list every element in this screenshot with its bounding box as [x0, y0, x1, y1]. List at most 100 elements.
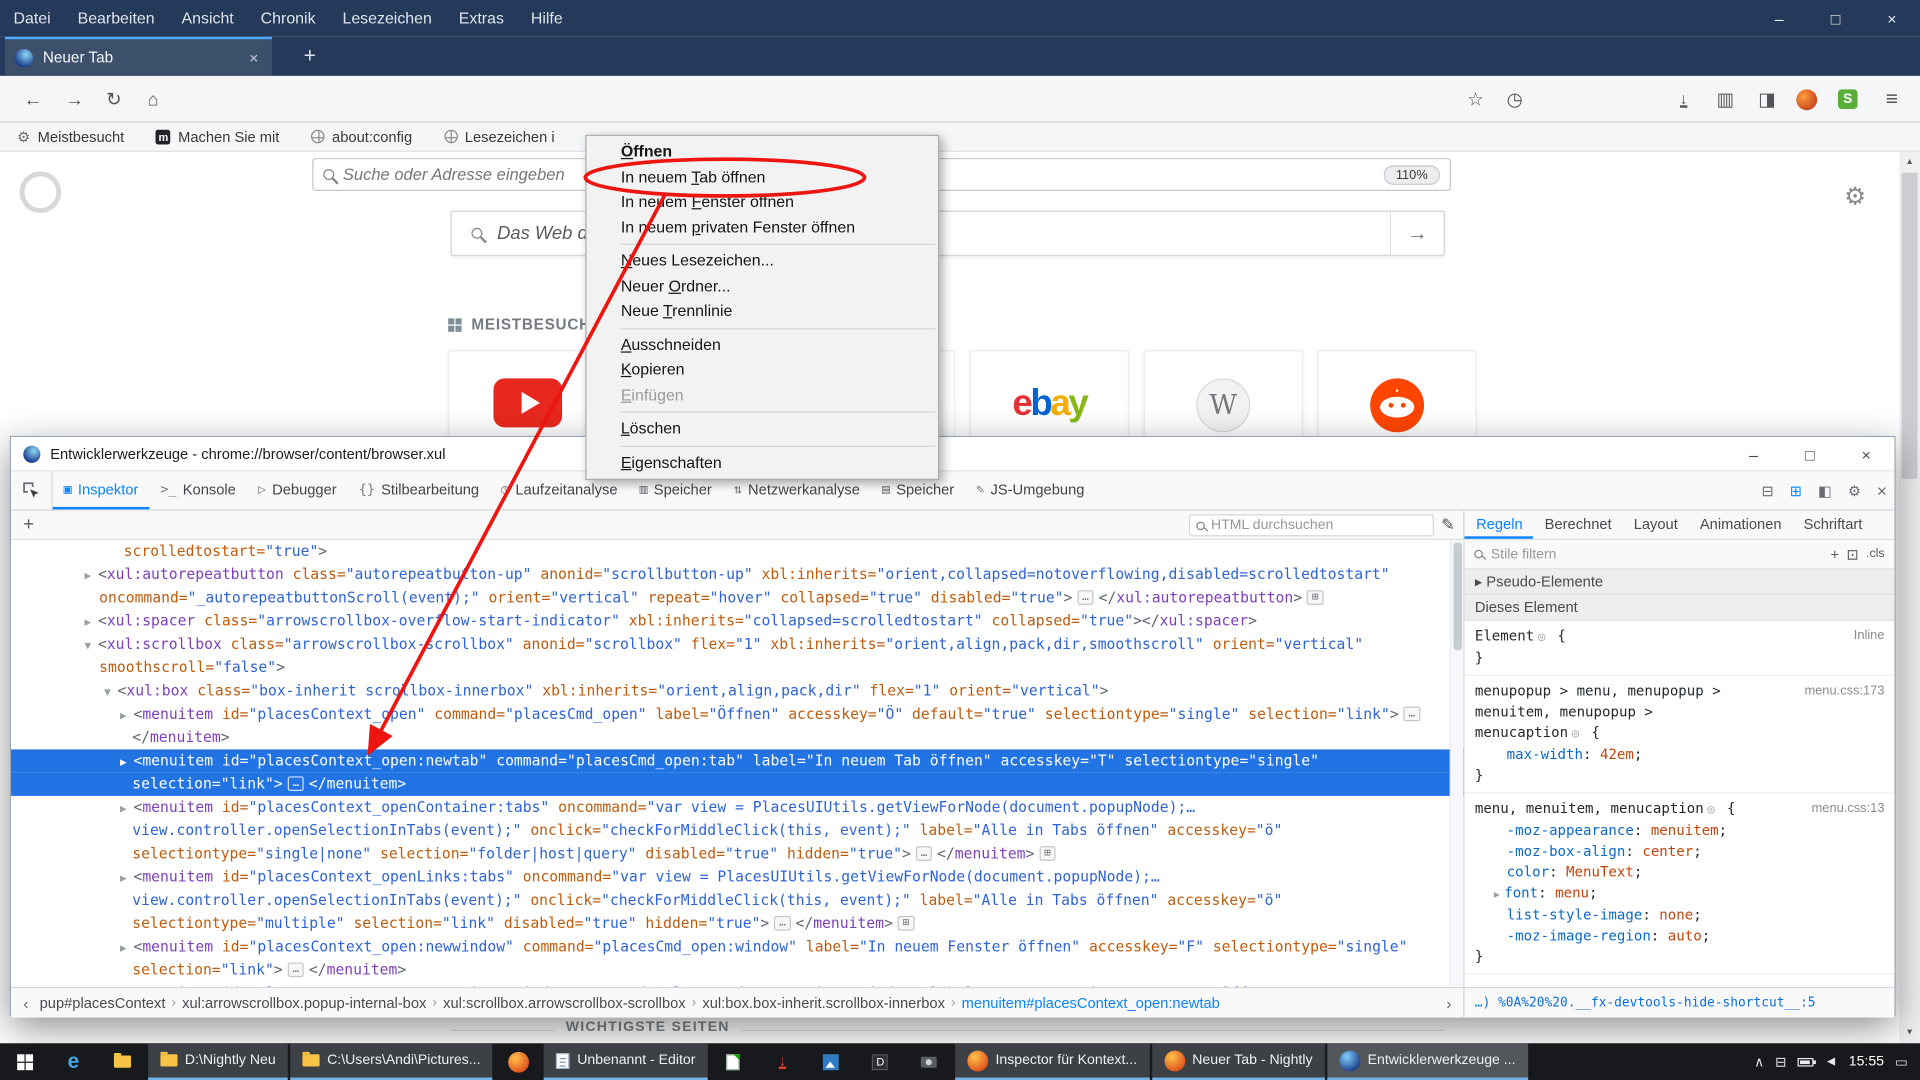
context-menu-item[interactable]: In neuem Tab öffnen [587, 165, 938, 190]
context-menu-item[interactable]: In neuem Fenster öffnen [587, 190, 938, 215]
dock-bottom-icon[interactable]: ⊟ [1762, 482, 1774, 499]
stylesheet-link[interactable]: menu.css:13 [1812, 798, 1885, 819]
notifications-icon[interactable]: ▭ [1895, 1054, 1908, 1070]
bookmark-item[interactable]: about:config [311, 128, 412, 145]
context-menu-item[interactable]: Neuer Ordner... [587, 274, 938, 299]
context-menu-item[interactable]: Eigenschaften [587, 450, 938, 475]
taskbar-photos-button[interactable] [807, 1043, 856, 1080]
menubar-item-hilfe[interactable]: Hilfe [517, 0, 576, 37]
markup-line[interactable]: selectiontype="multiple" selection="link… [11, 912, 1464, 935]
markup-line[interactable]: ▼<xul:box class="box-inherit scrollbox-i… [11, 680, 1464, 703]
highlight-selector-icon[interactable]: ◎ [1572, 727, 1579, 740]
context-menu-item[interactable]: Öffnen [587, 140, 938, 165]
page-scrollbar[interactable]: ▲ ▼ [1899, 152, 1920, 1043]
page-settings-gear-icon[interactable]: ⚙ [1844, 181, 1866, 212]
style-filter-input[interactable] [1491, 547, 1823, 562]
markup-line[interactable]: view.controller.openSelectionInTabs(even… [11, 819, 1464, 842]
grid-view-icon[interactable]: ⊞ [1790, 482, 1802, 499]
menubar-item-chronik[interactable]: Chronik [247, 0, 329, 37]
markup-line[interactable]: ▶<menuitem id="placesContext_open:newtab… [11, 749, 1464, 772]
devtools-close-toolbox-icon[interactable]: × [1877, 481, 1887, 501]
stylesheet-link[interactable]: Inline [1854, 626, 1885, 647]
taskbar-inspector-window-button[interactable]: Inspector für Kontext... [955, 1043, 1149, 1080]
menubar-item-extras[interactable]: Extras [445, 0, 517, 37]
html-search-box[interactable] [1189, 514, 1434, 536]
taskbar-d-app-button[interactable]: D [856, 1043, 905, 1080]
devtools-tab-konsole[interactable]: >_Konsole [149, 471, 247, 509]
stylesheet-link[interactable]: menu.css:173 [1804, 681, 1884, 702]
reload-button[interactable]: ↻ [98, 86, 130, 113]
expand-arrow-icon[interactable]: ▼ [84, 636, 97, 657]
context-menu-item[interactable]: Neues Lesezeichen... [587, 249, 938, 274]
expand-arrow-icon[interactable]: ▶ [120, 705, 133, 726]
markup-line[interactable]: ▶<menuitem id="placesContext_open:newwin… [11, 936, 1464, 959]
taskbar-download-app-button[interactable]: ↓ [758, 1043, 807, 1080]
sidebar-tab-berechnet[interactable]: Berechnet [1534, 511, 1623, 539]
tray-chevron-up-icon[interactable]: ∧ [1754, 1054, 1764, 1070]
breadcrumb-item[interactable]: xul:scrollbox.arrowscrollbox-scrollbox [437, 994, 692, 1011]
screenshot-icon[interactable]: S [1832, 86, 1864, 113]
node-picker-button[interactable] [11, 471, 53, 509]
markup-line[interactable]: ▼<xul:scrollbox class="arrowscrollbox-sc… [11, 633, 1464, 656]
bookmark-star-icon[interactable]: ☆ [1460, 86, 1492, 113]
history-icon[interactable]: ◷ [1499, 86, 1531, 113]
minimize-button[interactable]: – [1751, 0, 1807, 37]
expand-arrow-icon[interactable]: ▶ [120, 868, 133, 889]
class-toggle-button[interactable]: .cls [1866, 547, 1884, 560]
add-node-icon[interactable]: + [23, 516, 34, 534]
sidebar-tab-animationen[interactable]: Animationen [1689, 511, 1793, 539]
markup-scrollbar[interactable] [1450, 540, 1463, 987]
dock-side-icon[interactable]: ◧ [1818, 482, 1832, 499]
css-declaration[interactable]: ▶font: menu; [1475, 883, 1885, 905]
markup-line[interactable]: oncommand="_autorepeatbuttonScroll(event… [11, 587, 1464, 610]
sidebar-tab-schriftart[interactable]: Schriftart [1793, 511, 1874, 539]
css-declaration[interactable]: -moz-image-region: auto; [1475, 926, 1885, 947]
css-declaration[interactable]: -moz-appearance: menuitem; [1475, 820, 1885, 841]
taskbar-start-button[interactable] [0, 1043, 49, 1080]
devtools-close-button[interactable]: × [1838, 437, 1894, 471]
taskbar-camera-button[interactable] [905, 1043, 954, 1080]
markup-line[interactable]: smoothscroll="false"> [11, 656, 1464, 679]
css-declaration[interactable]: color: MenuText; [1475, 862, 1885, 883]
markup-line[interactable]: scrolledtostart="true"> [11, 540, 1464, 563]
firefox-account-icon[interactable] [1790, 86, 1822, 113]
markup-line[interactable]: ▶<menuitem id="placesContext_openContain… [11, 796, 1464, 819]
context-menu-item[interactable]: Einfügen [587, 383, 938, 408]
context-menu-item[interactable]: Neue Trennlinie [587, 299, 938, 324]
menubar-item-bearbeiten[interactable]: Bearbeiten [64, 0, 168, 37]
scrollbar-thumb[interactable] [1902, 173, 1918, 479]
markup-scrollbar-thumb[interactable] [1454, 542, 1463, 650]
markup-line[interactable]: ▶<menuitem id="placesContext_open:newpri… [11, 982, 1464, 987]
devtools-tab-stilbearbeitung[interactable]: {}Stilbearbeitung [348, 471, 490, 509]
hamburger-menu-icon[interactable]: ≡ [1876, 86, 1908, 113]
pseudo-class-icon[interactable]: ⊡ [1846, 546, 1858, 563]
devtools-minimize-button[interactable]: – [1725, 437, 1781, 471]
edit-html-pencil-icon[interactable]: ✎ [1441, 515, 1454, 535]
markup-line[interactable]: selectiontype="single|none" selection="f… [11, 842, 1464, 865]
markup-line[interactable]: ▶<menuitem id="placesContext_open" comma… [11, 703, 1464, 726]
library-icon[interactable]: ▥ [1709, 86, 1741, 113]
markup-line[interactable]: </menuitem> [11, 726, 1464, 749]
taskbar-folder-nightly-button[interactable]: D:\Nightly Neu [148, 1043, 288, 1080]
volume-icon[interactable]: ◄ [1824, 1054, 1837, 1069]
pseudo-elements-header[interactable]: ▸ Pseudo-Elemente [1465, 569, 1894, 595]
new-tab-button[interactable]: + [291, 37, 328, 76]
zoom-badge[interactable]: 110% [1384, 165, 1440, 185]
breadcrumb-item[interactable]: pup#placesContext [33, 994, 171, 1011]
markup-line[interactable]: ▶<menuitem id="placesContext_openLinks:t… [11, 866, 1464, 889]
markup-line[interactable]: selection="link">…</menuitem> [11, 773, 1464, 796]
battery-icon[interactable] [1797, 1057, 1813, 1066]
css-declaration[interactable]: max-width: 42em; [1475, 744, 1885, 765]
sidebar-tab-layout[interactable]: Layout [1623, 511, 1689, 539]
context-menu-item[interactable]: In neuem privaten Fenster öffnen [587, 215, 938, 240]
html-search-input[interactable] [1211, 518, 1427, 533]
bookmark-item[interactable]: mMachen Sie mit [156, 128, 279, 145]
forward-button[interactable]: → [59, 86, 91, 113]
close-button[interactable]: × [1864, 0, 1920, 37]
bookmark-item[interactable]: Lesezeichen i [444, 128, 555, 145]
markup-line[interactable]: selection="link">…</menuitem> [11, 959, 1464, 982]
menubar-item-datei[interactable]: Datei [0, 0, 64, 37]
taskbar-explorer-button[interactable] [98, 1043, 147, 1080]
breadcrumb-item[interactable]: xul:box.box-inherit.scrollbox-innerbox [696, 994, 951, 1011]
sidebar-toggle-icon[interactable]: ◨ [1751, 86, 1783, 113]
